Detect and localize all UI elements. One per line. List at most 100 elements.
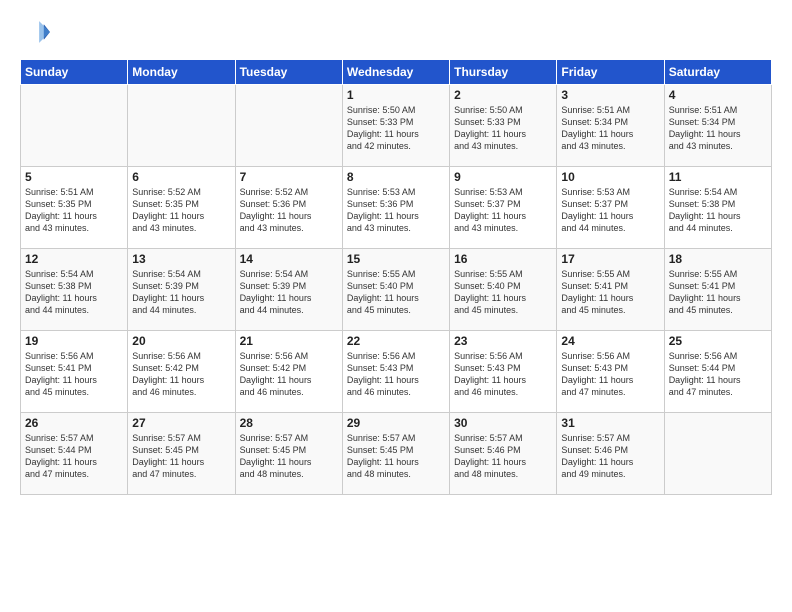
day-number: 23 bbox=[454, 334, 552, 348]
day-number: 2 bbox=[454, 88, 552, 102]
day-info: Sunrise: 5:56 AM Sunset: 5:43 PM Dayligh… bbox=[561, 350, 659, 399]
calendar-cell: 6 Sunrise: 5:52 AM Sunset: 5:35 PM Daylig… bbox=[128, 167, 235, 249]
calendar-cell bbox=[664, 413, 771, 495]
day-info: Sunrise: 5:55 AM Sunset: 5:41 PM Dayligh… bbox=[561, 268, 659, 317]
calendar-cell: 9Sunrise: 5:53 AM Sunset: 5:37 PM Daylig… bbox=[450, 167, 557, 249]
day-number: 10 bbox=[561, 170, 659, 184]
calendar-cell: 10 Sunrise: 5:53 AM Sunset: 5:37 PM Dayli… bbox=[557, 167, 664, 249]
calendar-cell: 2Sunrise: 5:50 AM Sunset: 5:33 PM Daylig… bbox=[450, 85, 557, 167]
calendar-cell: 28 Sunrise: 5:57 AM Sunset: 5:45 PM Dayli… bbox=[235, 413, 342, 495]
day-number: 24 bbox=[561, 334, 659, 348]
day-info: Sunrise: 5:56 AM Sunset: 5:42 PM Dayligh… bbox=[132, 350, 230, 399]
day-info: Sunrise: 5:54 AM Sunset: 5:38 PM Dayligh… bbox=[669, 186, 767, 235]
day-info: Sunrise: 5:55 AM Sunset: 5:41 PM Dayligh… bbox=[669, 268, 767, 317]
calendar-cell: 31Sunrise: 5:57 AM Sunset: 5:46 PM Dayli… bbox=[557, 413, 664, 495]
day-number: 15 bbox=[347, 252, 445, 266]
day-info: Sunrise: 5:56 AM Sunset: 5:42 PM Dayligh… bbox=[240, 350, 338, 399]
calendar-cell: 29 Sunrise: 5:57 AM Sunset: 5:45 PM Dayli… bbox=[342, 413, 449, 495]
calendar-cell: 27Sunrise: 5:57 AM Sunset: 5:45 PM Dayli… bbox=[128, 413, 235, 495]
calendar-cell: 15 Sunrise: 5:55 AM Sunset: 5:40 PM Dayli… bbox=[342, 249, 449, 331]
day-info: Sunrise: 5:55 AM Sunset: 5:40 PM Dayligh… bbox=[347, 268, 445, 317]
day-number: 30 bbox=[454, 416, 552, 430]
calendar-cell: 1Sunrise: 5:50 AM Sunset: 5:33 PM Daylig… bbox=[342, 85, 449, 167]
calendar-table: SundayMondayTuesdayWednesdayThursdayFrid… bbox=[20, 59, 772, 495]
day-number: 6 bbox=[132, 170, 230, 184]
calendar-cell: 26 Sunrise: 5:57 AM Sunset: 5:44 PM Dayli… bbox=[21, 413, 128, 495]
calendar-cell: 17 Sunrise: 5:55 AM Sunset: 5:41 PM Dayli… bbox=[557, 249, 664, 331]
day-info: Sunrise: 5:52 AM Sunset: 5:35 PM Dayligh… bbox=[132, 186, 230, 235]
header bbox=[20, 18, 772, 51]
calendar-cell: 19 Sunrise: 5:56 AM Sunset: 5:41 PM Dayli… bbox=[21, 331, 128, 413]
day-info: Sunrise: 5:56 AM Sunset: 5:44 PM Dayligh… bbox=[669, 350, 767, 399]
day-info: Sunrise: 5:57 AM Sunset: 5:46 PM Dayligh… bbox=[561, 432, 659, 481]
weekday-header-thursday: Thursday bbox=[450, 60, 557, 85]
page: SundayMondayTuesdayWednesdayThursdayFrid… bbox=[0, 0, 792, 612]
calendar-cell: 5 Sunrise: 5:51 AM Sunset: 5:35 PM Daylig… bbox=[21, 167, 128, 249]
day-number: 7 bbox=[240, 170, 338, 184]
weekday-header-sunday: Sunday bbox=[21, 60, 128, 85]
day-info: Sunrise: 5:56 AM Sunset: 5:41 PM Dayligh… bbox=[25, 350, 123, 399]
day-info: Sunrise: 5:57 AM Sunset: 5:44 PM Dayligh… bbox=[25, 432, 123, 481]
day-info: Sunrise: 5:57 AM Sunset: 5:45 PM Dayligh… bbox=[240, 432, 338, 481]
day-info: Sunrise: 5:55 AM Sunset: 5:40 PM Dayligh… bbox=[454, 268, 552, 317]
calendar-week-4: 26 Sunrise: 5:57 AM Sunset: 5:44 PM Dayli… bbox=[21, 413, 772, 495]
day-info: Sunrise: 5:57 AM Sunset: 5:46 PM Dayligh… bbox=[454, 432, 552, 481]
day-info: Sunrise: 5:53 AM Sunset: 5:37 PM Dayligh… bbox=[454, 186, 552, 235]
day-info: Sunrise: 5:54 AM Sunset: 5:39 PM Dayligh… bbox=[132, 268, 230, 317]
calendar-cell: 22 Sunrise: 5:56 AM Sunset: 5:43 PM Dayli… bbox=[342, 331, 449, 413]
day-number: 4 bbox=[669, 88, 767, 102]
day-info: Sunrise: 5:53 AM Sunset: 5:37 PM Dayligh… bbox=[561, 186, 659, 235]
calendar-cell: 23 Sunrise: 5:56 AM Sunset: 5:43 PM Dayli… bbox=[450, 331, 557, 413]
calendar-cell: 20 Sunrise: 5:56 AM Sunset: 5:42 PM Dayli… bbox=[128, 331, 235, 413]
weekday-header-wednesday: Wednesday bbox=[342, 60, 449, 85]
calendar-week-0: 1Sunrise: 5:50 AM Sunset: 5:33 PM Daylig… bbox=[21, 85, 772, 167]
calendar-cell: 18 Sunrise: 5:55 AM Sunset: 5:41 PM Dayli… bbox=[664, 249, 771, 331]
day-number: 22 bbox=[347, 334, 445, 348]
day-number: 19 bbox=[25, 334, 123, 348]
day-number: 26 bbox=[25, 416, 123, 430]
day-number: 20 bbox=[132, 334, 230, 348]
logo-icon bbox=[22, 18, 50, 46]
day-number: 27 bbox=[132, 416, 230, 430]
calendar-cell: 16 Sunrise: 5:55 AM Sunset: 5:40 PM Dayli… bbox=[450, 249, 557, 331]
calendar-cell: 30 Sunrise: 5:57 AM Sunset: 5:46 PM Dayli… bbox=[450, 413, 557, 495]
weekday-header-monday: Monday bbox=[128, 60, 235, 85]
day-info: Sunrise: 5:56 AM Sunset: 5:43 PM Dayligh… bbox=[454, 350, 552, 399]
day-info: Sunrise: 5:50 AM Sunset: 5:33 PM Dayligh… bbox=[347, 104, 445, 153]
day-info: Sunrise: 5:54 AM Sunset: 5:39 PM Dayligh… bbox=[240, 268, 338, 317]
calendar-cell: 24 Sunrise: 5:56 AM Sunset: 5:43 PM Dayli… bbox=[557, 331, 664, 413]
day-number: 28 bbox=[240, 416, 338, 430]
day-number: 16 bbox=[454, 252, 552, 266]
day-info: Sunrise: 5:57 AM Sunset: 5:45 PM Dayligh… bbox=[347, 432, 445, 481]
calendar-cell: 7Sunrise: 5:52 AM Sunset: 5:36 PM Daylig… bbox=[235, 167, 342, 249]
calendar-cell bbox=[128, 85, 235, 167]
weekday-header-row: SundayMondayTuesdayWednesdayThursdayFrid… bbox=[21, 60, 772, 85]
day-number: 14 bbox=[240, 252, 338, 266]
day-number: 25 bbox=[669, 334, 767, 348]
calendar-cell: 3 Sunrise: 5:51 AM Sunset: 5:34 PM Daylig… bbox=[557, 85, 664, 167]
calendar-cell: 14 Sunrise: 5:54 AM Sunset: 5:39 PM Dayli… bbox=[235, 249, 342, 331]
day-number: 5 bbox=[25, 170, 123, 184]
calendar-cell bbox=[235, 85, 342, 167]
day-number: 3 bbox=[561, 88, 659, 102]
calendar-cell: 8Sunrise: 5:53 AM Sunset: 5:36 PM Daylig… bbox=[342, 167, 449, 249]
day-info: Sunrise: 5:56 AM Sunset: 5:43 PM Dayligh… bbox=[347, 350, 445, 399]
calendar-week-2: 12 Sunrise: 5:54 AM Sunset: 5:38 PM Dayli… bbox=[21, 249, 772, 331]
day-number: 18 bbox=[669, 252, 767, 266]
calendar-cell: 21Sunrise: 5:56 AM Sunset: 5:42 PM Dayli… bbox=[235, 331, 342, 413]
day-number: 29 bbox=[347, 416, 445, 430]
day-info: Sunrise: 5:51 AM Sunset: 5:34 PM Dayligh… bbox=[561, 104, 659, 153]
day-number: 17 bbox=[561, 252, 659, 266]
weekday-header-friday: Friday bbox=[557, 60, 664, 85]
calendar-cell: 12 Sunrise: 5:54 AM Sunset: 5:38 PM Dayli… bbox=[21, 249, 128, 331]
day-number: 11 bbox=[669, 170, 767, 184]
day-number: 13 bbox=[132, 252, 230, 266]
day-number: 12 bbox=[25, 252, 123, 266]
day-info: Sunrise: 5:51 AM Sunset: 5:35 PM Dayligh… bbox=[25, 186, 123, 235]
calendar-cell: 4Sunrise: 5:51 AM Sunset: 5:34 PM Daylig… bbox=[664, 85, 771, 167]
calendar-cell: 25 Sunrise: 5:56 AM Sunset: 5:44 PM Dayli… bbox=[664, 331, 771, 413]
calendar-week-3: 19 Sunrise: 5:56 AM Sunset: 5:41 PM Dayli… bbox=[21, 331, 772, 413]
calendar-week-1: 5 Sunrise: 5:51 AM Sunset: 5:35 PM Daylig… bbox=[21, 167, 772, 249]
day-info: Sunrise: 5:54 AM Sunset: 5:38 PM Dayligh… bbox=[25, 268, 123, 317]
calendar-cell: 11 Sunrise: 5:54 AM Sunset: 5:38 PM Dayli… bbox=[664, 167, 771, 249]
